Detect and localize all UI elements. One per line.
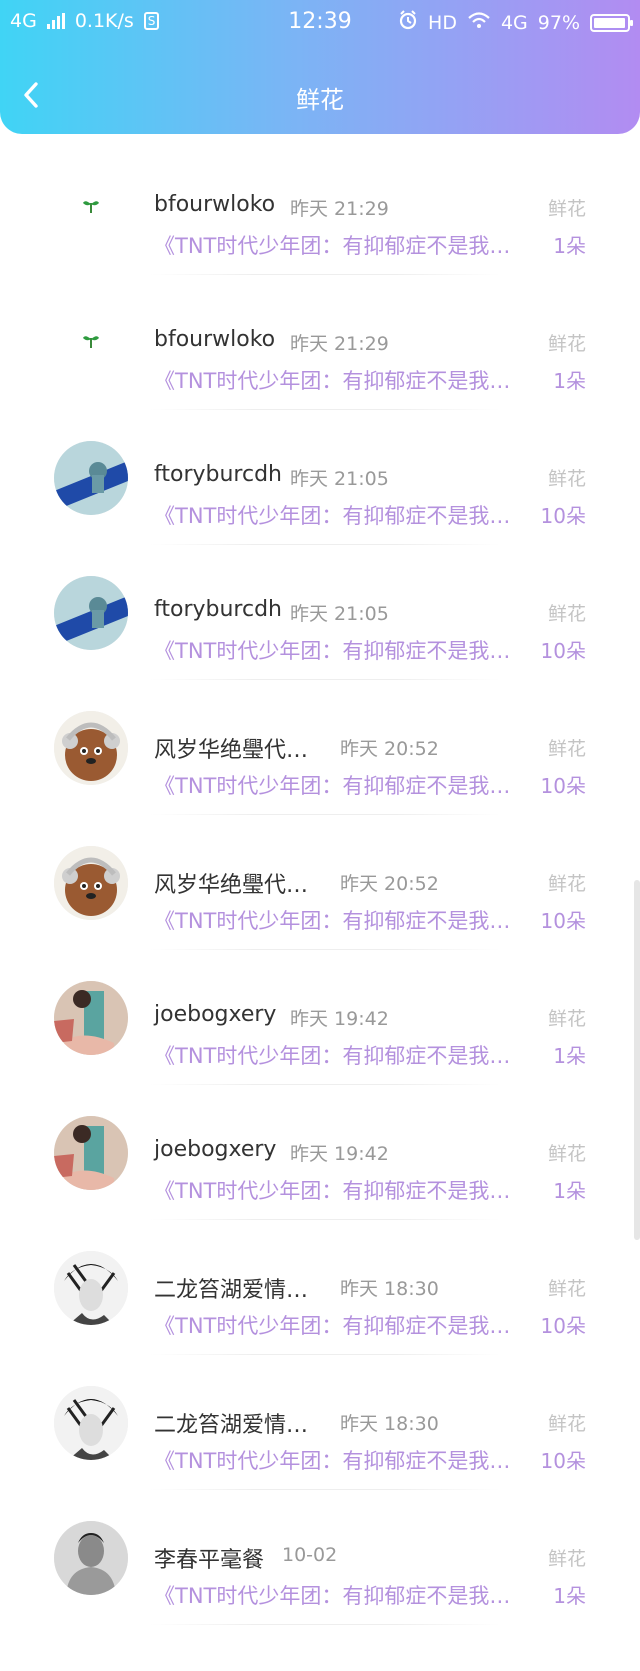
gift-category: 鲜花 bbox=[547, 1548, 586, 1570]
flower-count: 10朵 bbox=[540, 774, 586, 798]
list-item[interactable]: 风岁华绝璺代… 昨天 20:52 鲜花 《TNT时代少年团：有抑郁症不是我… 1… bbox=[0, 815, 640, 950]
flower-count: 10朵 bbox=[540, 909, 586, 933]
avatar-bear[interactable] bbox=[54, 846, 128, 920]
hd-label: HD bbox=[428, 11, 457, 34]
avatar-sprout[interactable] bbox=[54, 306, 128, 380]
timestamp: 昨天 18:30 bbox=[340, 1413, 439, 1435]
list-item[interactable]: ftoryburcdh 昨天 21:05 鲜花 《TNT时代少年团：有抑郁症不是… bbox=[0, 410, 640, 545]
article-title[interactable]: 《TNT时代少年团：有抑郁症不是我… bbox=[154, 1175, 534, 1205]
article-title[interactable]: 《TNT时代少年团：有抑郁症不是我… bbox=[154, 1040, 534, 1070]
article-title[interactable]: 《TNT时代少年团：有抑郁症不是我… bbox=[154, 1310, 534, 1340]
timestamp: 昨天 19:42 bbox=[290, 1143, 389, 1165]
user-name: 李春平毫餐 bbox=[154, 1548, 265, 1573]
avatar-bear[interactable] bbox=[54, 711, 128, 785]
network2-label: 4G bbox=[500, 11, 528, 34]
article-title[interactable]: 《TNT时代少年团：有抑郁症不是我… bbox=[154, 905, 534, 935]
status-bar: 4G 0.1K/s S 12:39 HD 4G 97% bbox=[0, 0, 640, 44]
user-name: 风岁华绝璺代… bbox=[154, 873, 309, 898]
avatar-blue[interactable] bbox=[54, 441, 128, 515]
article-title[interactable]: 《TNT时代少年团：有抑郁症不是我… bbox=[154, 1445, 534, 1475]
article-title[interactable]: 《TNT时代少年团：有抑郁症不是我… bbox=[154, 1580, 534, 1610]
gift-category: 鲜花 bbox=[547, 1278, 586, 1300]
avatar-sprout[interactable] bbox=[54, 171, 128, 245]
timestamp: 昨天 21:05 bbox=[290, 468, 389, 490]
article-title[interactable]: 《TNT时代少年团：有抑郁症不是我… bbox=[154, 635, 534, 665]
article-title[interactable]: 《TNT时代少年团：有抑郁症不是我… bbox=[154, 365, 534, 395]
avatar-man[interactable] bbox=[54, 1521, 128, 1595]
app-header: 4G 0.1K/s S 12:39 HD 4G 97% 鲜花 bbox=[0, 0, 640, 134]
flower-count: 10朵 bbox=[540, 504, 586, 528]
article-title[interactable]: 《TNT时代少年团：有抑郁症不是我… bbox=[154, 230, 534, 260]
avatar-sketch[interactable] bbox=[54, 1251, 128, 1325]
alarm-icon bbox=[398, 10, 418, 35]
avatar-girl[interactable] bbox=[54, 1116, 128, 1190]
gift-category: 鲜花 bbox=[547, 198, 586, 220]
list-item[interactable]: bfourwloko 昨天 21:29 鲜花 《TNT时代少年团：有抑郁症不是我… bbox=[0, 275, 640, 410]
flower-count: 1朵 bbox=[553, 369, 586, 393]
timestamp: 10-02 bbox=[282, 1544, 338, 1566]
flower-count: 1朵 bbox=[553, 1044, 586, 1068]
timestamp: 昨天 21:05 bbox=[290, 603, 389, 625]
list-item[interactable]: ftoryburcdh 昨天 21:05 鲜花 《TNT时代少年团：有抑郁症不是… bbox=[0, 545, 640, 680]
divider bbox=[150, 1624, 500, 1625]
user-name: ftoryburcdh bbox=[154, 597, 282, 622]
list-item[interactable]: 二龙笞湖爱情… 昨天 18:30 鲜花 《TNT时代少年团：有抑郁症不是我… 1… bbox=[0, 1220, 640, 1355]
flower-record-list: bfourwloko 昨天 21:29 鲜花 《TNT时代少年团：有抑郁症不是我… bbox=[0, 140, 640, 1625]
flower-count: 1朵 bbox=[553, 1584, 586, 1608]
gift-category: 鲜花 bbox=[547, 468, 586, 490]
user-name: bfourwloko bbox=[154, 192, 276, 217]
user-name: 风岁华绝璺代… bbox=[154, 738, 309, 763]
list-item[interactable]: bfourwloko 昨天 21:29 鲜花 《TNT时代少年团：有抑郁症不是我… bbox=[0, 140, 640, 275]
user-name: joebogxery bbox=[154, 1002, 277, 1027]
list-item[interactable]: joebogxery 昨天 19:42 鲜花 《TNT时代少年团：有抑郁症不是我… bbox=[0, 950, 640, 1085]
list-item[interactable]: joebogxery 昨天 19:42 鲜花 《TNT时代少年团：有抑郁症不是我… bbox=[0, 1085, 640, 1220]
battery-icon bbox=[590, 13, 633, 32]
scrollbar[interactable] bbox=[634, 880, 640, 1240]
avatar-girl[interactable] bbox=[54, 981, 128, 1055]
timestamp: 昨天 20:52 bbox=[340, 738, 439, 760]
user-name: ftoryburcdh bbox=[154, 462, 282, 487]
flower-count: 10朵 bbox=[540, 639, 586, 663]
avatar-blue[interactable] bbox=[54, 576, 128, 650]
gift-category: 鲜花 bbox=[547, 1008, 586, 1030]
flower-count: 1朵 bbox=[553, 234, 586, 258]
timestamp: 昨天 20:52 bbox=[340, 873, 439, 895]
article-title[interactable]: 《TNT时代少年团：有抑郁症不是我… bbox=[154, 500, 534, 530]
timestamp: 昨天 21:29 bbox=[290, 333, 389, 355]
timestamp: 昨天 21:29 bbox=[290, 198, 389, 220]
flower-count: 10朵 bbox=[540, 1314, 586, 1338]
user-name: 二龙笞湖爱情… bbox=[154, 1413, 309, 1438]
timestamp: 昨天 18:30 bbox=[340, 1278, 439, 1300]
gift-category: 鲜花 bbox=[547, 1143, 586, 1165]
flower-count: 10朵 bbox=[540, 1449, 586, 1473]
timestamp: 昨天 19:42 bbox=[290, 1008, 389, 1030]
gift-category: 鲜花 bbox=[547, 333, 586, 355]
avatar-sketch[interactable] bbox=[54, 1386, 128, 1460]
flower-count: 1朵 bbox=[553, 1179, 586, 1203]
page-title: 鲜花 bbox=[296, 86, 344, 114]
list-item[interactable]: 二龙笞湖爱情… 昨天 18:30 鲜花 《TNT时代少年团：有抑郁症不是我… 1… bbox=[0, 1355, 640, 1490]
wifi-icon bbox=[467, 11, 491, 34]
list-item[interactable]: 风岁华绝璺代… 昨天 20:52 鲜花 《TNT时代少年团：有抑郁症不是我… 1… bbox=[0, 680, 640, 815]
battery-percent: 97% bbox=[537, 11, 580, 34]
gift-category: 鲜花 bbox=[547, 738, 586, 760]
user-name: bfourwloko bbox=[154, 327, 276, 352]
user-name: 二龙笞湖爱情… bbox=[154, 1278, 309, 1303]
article-title[interactable]: 《TNT时代少年团：有抑郁症不是我… bbox=[154, 770, 534, 800]
gift-category: 鲜花 bbox=[547, 1413, 586, 1435]
list-item[interactable]: 李春平毫餐 10-02 鲜花 《TNT时代少年团：有抑郁症不是我… 1朵 bbox=[0, 1490, 640, 1625]
gift-category: 鲜花 bbox=[547, 603, 586, 625]
user-name: joebogxery bbox=[154, 1137, 277, 1162]
gift-category: 鲜花 bbox=[547, 873, 586, 895]
